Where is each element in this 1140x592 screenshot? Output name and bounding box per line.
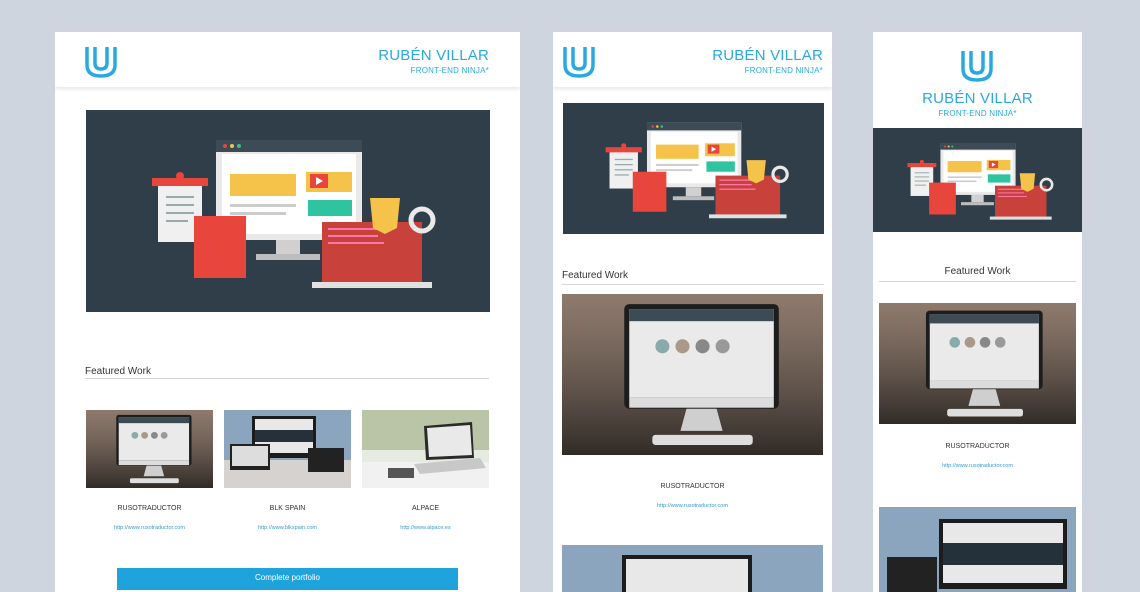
hero-illustration: [86, 110, 490, 312]
hero-illustration: [873, 128, 1082, 232]
featured-work-heading: Featured Work: [562, 270, 628, 281]
site-header: RUBÉN VILLAR FRONT-END NINJA*: [553, 32, 832, 87]
project-thumb-3[interactable]: [362, 410, 489, 488]
udacity-logo-icon[interactable]: [960, 47, 994, 83]
project-link[interactable]: http://www.alpace.es: [362, 525, 489, 531]
divider: [85, 378, 489, 379]
project-thumb-2[interactable]: [224, 410, 351, 488]
project-title: RUSOTRADUCTOR: [117, 505, 182, 512]
desktop-preview: RUBÉN VILLAR FRONT-END NINJA* Featured W…: [55, 32, 520, 592]
project-link[interactable]: http://www.rusotraductor.com: [562, 503, 823, 509]
complete-portfolio-button[interactable]: Complete portfolio: [117, 568, 458, 590]
divider: [879, 281, 1076, 282]
site-name[interactable]: RUBÉN VILLAR: [378, 47, 489, 64]
project-title: ALPACE: [411, 505, 440, 512]
divider: [562, 284, 824, 285]
site-header: RUBÉN VILLAR FRONT-END NINJA*: [55, 32, 520, 87]
site-tagline: FRONT-END NINJA*: [938, 109, 1017, 118]
hero-illustration: [563, 103, 824, 234]
tablet-preview: RUBÉN VILLAR FRONT-END NINJA* Featured W…: [553, 32, 832, 592]
project-thumb-1[interactable]: [86, 410, 213, 488]
project-thumb-2[interactable]: [879, 507, 1076, 592]
project-link[interactable]: http://www.rusotraductor.com: [879, 463, 1076, 469]
project-thumb-1[interactable]: [562, 294, 823, 455]
site-header: RUBÉN VILLAR FRONT-END NINJA*: [873, 32, 1082, 128]
featured-work-heading: Featured Work: [85, 366, 151, 377]
project-title: BLK SPAIN: [269, 505, 306, 512]
project-thumb-2[interactable]: [562, 545, 823, 592]
udacity-logo-icon[interactable]: [84, 43, 118, 79]
site-name[interactable]: RUBÉN VILLAR: [873, 90, 1082, 107]
project-title: RUSOTRADUCTOR: [660, 483, 725, 490]
project-thumb-1[interactable]: [879, 303, 1076, 424]
udacity-logo-icon[interactable]: [562, 43, 596, 79]
featured-work-heading: Featured Work: [944, 266, 1011, 277]
project-title: RUSOTRADUCTOR: [945, 443, 1010, 450]
site-name[interactable]: RUBÉN VILLAR: [712, 47, 823, 64]
site-tagline: FRONT-END NINJA*: [410, 66, 489, 75]
site-tagline: FRONT-END NINJA*: [744, 66, 823, 75]
project-link[interactable]: http://www.blkspain.com: [224, 525, 351, 531]
mobile-preview: RUBÉN VILLAR FRONT-END NINJA* Featured W…: [873, 32, 1082, 592]
project-link[interactable]: http://www.rusotraductor.com: [86, 525, 213, 531]
